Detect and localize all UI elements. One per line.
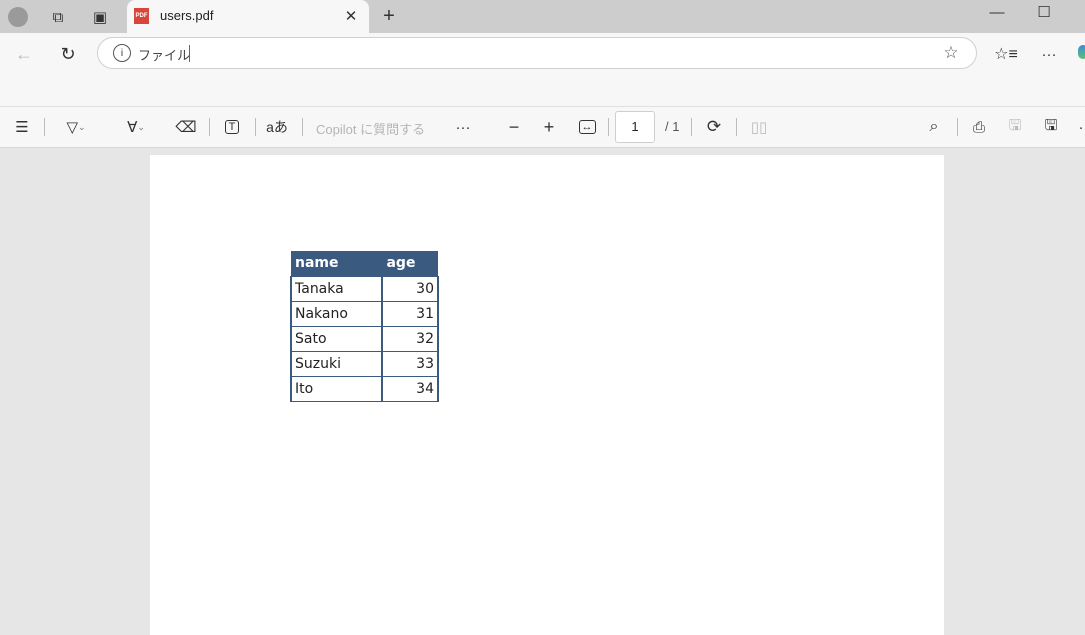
eraser-icon[interactable]: ⌫ [174, 116, 198, 138]
favorites-icon[interactable]: ☆≡ [994, 42, 1018, 66]
more-tools-icon[interactable]: ··· [451, 116, 475, 138]
users-table: name age Tanaka 30 Nakano 31 Sato 32 Suzuki 33 I… [289, 251, 439, 402]
table-row: Ito 34 [289, 375, 439, 402]
zoom-out-icon[interactable]: − [502, 116, 526, 138]
tab-users-pdf[interactable]: PDF users.pdf ✕ [127, 0, 369, 34]
save-icon[interactable]: 🖫 [1003, 116, 1027, 138]
cell-name: Nakano [289, 300, 384, 327]
pdf-page [150, 155, 944, 635]
cell-age: 31 [381, 300, 439, 327]
table-row: Suzuki 33 [289, 350, 439, 377]
page-total: / 1 [665, 119, 680, 134]
table-header-row: name age [291, 251, 438, 276]
page-number-input[interactable]: 1 [615, 111, 655, 143]
info-icon[interactable]: i [113, 44, 131, 62]
favorite-star-icon[interactable]: ☆ [941, 43, 961, 63]
save-as-icon[interactable]: 🖫 [1039, 116, 1063, 138]
table-row: Sato 32 [289, 325, 439, 352]
tab-title: users.pdf [160, 8, 214, 23]
column-header-age: age [382, 251, 438, 276]
cell-age: 33 [381, 350, 439, 377]
read-aloud-icon[interactable]: aあ [264, 116, 290, 138]
more-menu-icon[interactable]: ··· [1037, 42, 1061, 66]
profile-avatar-icon[interactable] [6, 5, 30, 29]
page-view-icon[interactable]: ▯▯ [747, 116, 771, 138]
draw-icon[interactable]: ∀ ⌄ [114, 116, 158, 138]
maximize-icon[interactable]: ☐ [1032, 2, 1056, 22]
refresh-icon[interactable]: ↻ [56, 42, 80, 66]
copilot-icon[interactable] [1078, 45, 1085, 59]
divider [957, 118, 958, 136]
cell-age: 30 [381, 275, 439, 302]
divider [608, 118, 609, 136]
cell-name: Ito [289, 375, 384, 402]
highlight-icon[interactable]: ▽ ⌄ [54, 116, 98, 138]
address-input[interactable] [189, 45, 190, 62]
divider [209, 118, 210, 136]
print-icon[interactable]: ⎙ [967, 116, 991, 138]
cell-name: Suzuki [289, 350, 384, 377]
divider [691, 118, 692, 136]
divider [255, 118, 256, 136]
divider [44, 118, 45, 136]
table-row: Nakano 31 [289, 300, 439, 327]
divider [302, 118, 303, 136]
contents-icon[interactable]: ☰ [10, 116, 34, 138]
copilot-ask-button[interactable]: Copilot に質問する [316, 119, 425, 138]
cell-age: 34 [381, 375, 439, 402]
search-icon[interactable]: ⌕ [922, 116, 946, 138]
vertical-tabs-icon[interactable]: ▣ [88, 5, 112, 29]
close-tab-icon[interactable]: ✕ [341, 6, 361, 26]
back-icon[interactable]: ← [12, 42, 36, 66]
cell-name: Sato [289, 325, 384, 352]
workspaces-icon[interactable]: ⧉ [46, 5, 70, 29]
divider [736, 118, 737, 136]
fit-width-icon[interactable]: ↔ [575, 116, 599, 138]
address-bar[interactable]: i ファイル ☆ [97, 37, 977, 69]
text-box-icon[interactable]: T [220, 116, 244, 138]
rotate-icon[interactable]: ⟳ [702, 116, 726, 138]
minimize-icon[interactable]: — [985, 2, 1009, 22]
table-row: Tanaka 30 [289, 275, 439, 302]
new-tab-icon[interactable]: + [377, 4, 401, 28]
cell-name: Tanaka [289, 275, 384, 302]
pdf-icon: PDF [134, 8, 149, 24]
zoom-in-icon[interactable]: + [537, 116, 561, 138]
cell-age: 32 [381, 325, 439, 352]
address-label: ファイル [138, 48, 191, 63]
column-header-name: name [291, 251, 383, 276]
toolbar-overflow-icon[interactable]: · [1075, 116, 1085, 138]
